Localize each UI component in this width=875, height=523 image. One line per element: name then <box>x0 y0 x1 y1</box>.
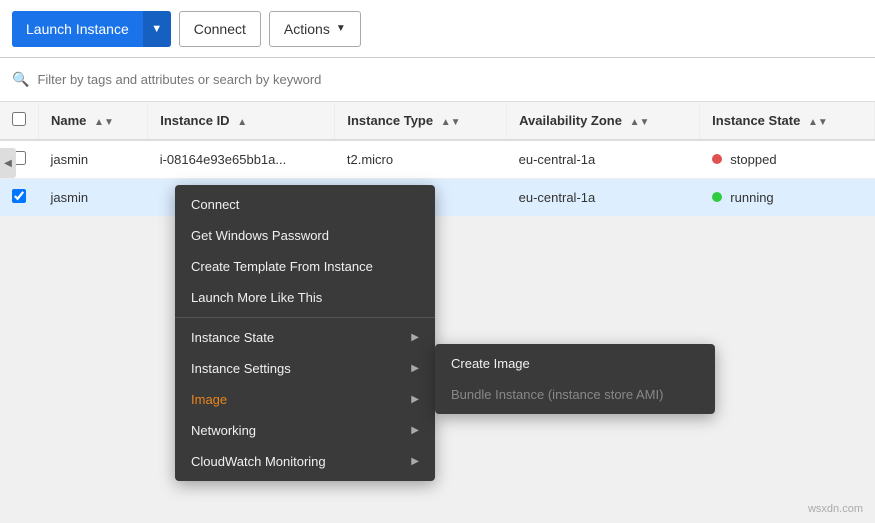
watermark: wsxdn.com <box>808 503 863 515</box>
launch-instance-button[interactable]: Launch Instance <box>12 11 143 47</box>
state-label-2: running <box>730 190 773 205</box>
actions-button[interactable]: Actions ▼ <box>269 11 361 47</box>
menu-item-get-windows-password[interactable]: Get Windows Password <box>175 220 435 251</box>
search-bar: 🔍 <box>0 58 875 102</box>
context-menu: Connect Get Windows Password Create Temp… <box>175 185 435 481</box>
row-instance-id-1: i-08164e93e65bb1a... <box>148 140 335 179</box>
row-az-2: eu-central-1a <box>507 179 700 217</box>
menu-item-create-template[interactable]: Create Template From Instance <box>175 251 435 282</box>
status-dot-running <box>712 192 722 202</box>
name-sort-icon: ▲▼ <box>94 117 114 128</box>
table-header-row: Name ▲▼ Instance ID ▲ Instance Type ▲▼ A… <box>0 102 875 140</box>
menu-item-connect[interactable]: Connect <box>175 189 435 220</box>
col-instance-id[interactable]: Instance ID ▲ <box>148 102 335 140</box>
menu-item-instance-settings[interactable]: Instance Settings ▶ <box>175 353 435 384</box>
instance-state-sort-icon: ▲▼ <box>808 117 828 128</box>
col-name[interactable]: Name ▲▼ <box>39 102 148 140</box>
row-state-1: stopped <box>700 140 875 179</box>
toolbar: Launch Instance ▼ Connect Actions ▼ <box>0 0 875 58</box>
state-label-1: stopped <box>730 152 776 167</box>
instance-id-sort-icon: ▲ <box>237 117 247 128</box>
submenu-arrow-icon: ▶ <box>411 394 419 405</box>
row-name-1: jasmin <box>39 140 148 179</box>
menu-divider <box>175 317 435 318</box>
instances-table: Name ▲▼ Instance ID ▲ Instance Type ▲▼ A… <box>0 102 875 217</box>
table-row[interactable]: jasmin micro eu-central-1a running <box>0 179 875 217</box>
menu-item-instance-state[interactable]: Instance State ▶ <box>175 322 435 353</box>
select-all-checkbox[interactable] <box>12 112 26 126</box>
table-row[interactable]: jasmin i-08164e93e65bb1a... t2.micro eu-… <box>0 140 875 179</box>
instances-table-container: Name ▲▼ Instance ID ▲ Instance Type ▲▼ A… <box>0 102 875 217</box>
menu-item-cloudwatch[interactable]: CloudWatch Monitoring ▶ <box>175 446 435 477</box>
connect-button[interactable]: Connect <box>179 11 261 47</box>
instance-type-sort-icon: ▲▼ <box>441 117 461 128</box>
row-state-2: running <box>700 179 875 217</box>
submenu-arrow-icon: ▶ <box>411 363 419 374</box>
search-input[interactable] <box>37 72 863 87</box>
search-icon: 🔍 <box>12 71 29 88</box>
submenu-item-bundle-instance: Bundle Instance (instance store AMI) <box>435 379 715 410</box>
az-sort-icon: ▲▼ <box>630 117 650 128</box>
row-checkbox-2[interactable] <box>12 189 26 203</box>
submenu-item-create-image[interactable]: Create Image <box>435 348 715 379</box>
row-checkbox-cell <box>0 179 39 217</box>
collapse-panel-button[interactable]: ◀ <box>0 148 16 178</box>
submenu-arrow-icon: ▶ <box>411 332 419 343</box>
col-az[interactable]: Availability Zone ▲▼ <box>507 102 700 140</box>
image-submenu: Create Image Bundle Instance (instance s… <box>435 344 715 414</box>
row-az-1: eu-central-1a <box>507 140 700 179</box>
select-all-header <box>0 102 39 140</box>
actions-label: Actions <box>284 21 330 37</box>
submenu-arrow-icon: ▶ <box>411 425 419 436</box>
row-instance-type-1: t2.micro <box>335 140 507 179</box>
launch-instance-button-group: Launch Instance ▼ <box>12 11 171 47</box>
col-instance-state[interactable]: Instance State ▲▼ <box>700 102 875 140</box>
status-dot-stopped <box>712 154 722 164</box>
submenu-arrow-icon: ▶ <box>411 456 419 467</box>
menu-item-image[interactable]: Image ▶ <box>175 384 435 415</box>
actions-caret-icon: ▼ <box>336 23 346 34</box>
menu-item-launch-more[interactable]: Launch More Like This <box>175 282 435 313</box>
row-name-2: jasmin <box>39 179 148 217</box>
col-instance-type[interactable]: Instance Type ▲▼ <box>335 102 507 140</box>
menu-item-networking[interactable]: Networking ▶ <box>175 415 435 446</box>
launch-instance-dropdown-button[interactable]: ▼ <box>143 11 171 47</box>
